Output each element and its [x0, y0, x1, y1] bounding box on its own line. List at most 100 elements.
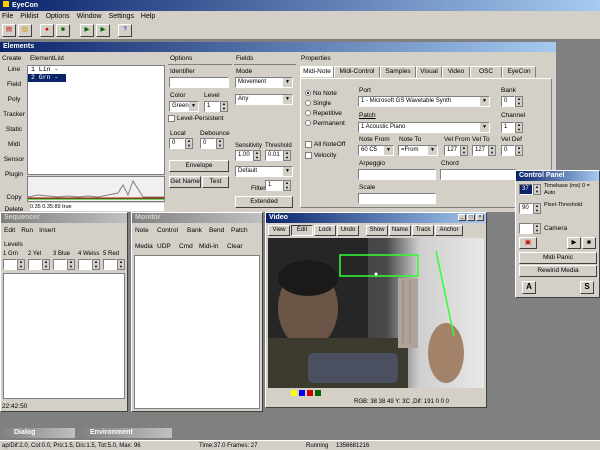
- level-spinner[interactable]: ▲ ▼: [67, 259, 75, 270]
- sensitivity-input[interactable]: 1.00: [235, 150, 253, 161]
- monitor-media-button[interactable]: Media: [135, 243, 153, 251]
- stop-icon[interactable]: ■: [582, 237, 596, 249]
- record-icon[interactable]: ●: [40, 24, 54, 37]
- camera-icon[interactable]: ▣: [519, 237, 537, 249]
- chord-input[interactable]: [440, 169, 516, 180]
- menu-file[interactable]: File: [2, 13, 13, 20]
- create-sensor-button[interactable]: Sensor: [2, 156, 26, 164]
- pixel-threshold-input[interactable]: 90: [519, 203, 533, 214]
- checkbox-icon[interactable]: [168, 115, 175, 122]
- video-anchor-button[interactable]: Anchor: [435, 225, 463, 236]
- menu-help[interactable]: Help: [141, 13, 155, 20]
- minimized-dialog[interactable]: Dialog: [0, 428, 75, 438]
- menu-piklist[interactable]: Piklist: [20, 13, 38, 20]
- monitor-note-button[interactable]: Note: [135, 227, 149, 235]
- level-input[interactable]: [3, 259, 17, 270]
- swatch-red[interactable]: [307, 390, 313, 396]
- stop-icon[interactable]: ■: [56, 24, 70, 37]
- filter-input[interactable]: 1: [265, 180, 283, 191]
- radio-no-note[interactable]: No Note: [305, 90, 337, 98]
- monitor-cmd-button[interactable]: Cmd: [179, 243, 193, 251]
- monitor-bend-button[interactable]: Bend: [209, 227, 224, 235]
- play-icon[interactable]: ▶: [80, 24, 94, 37]
- color-select[interactable]: Green: [169, 101, 199, 112]
- tab-eyecon[interactable]: EyeCon: [502, 66, 536, 78]
- level-spinner[interactable]: ▲ ▼: [17, 259, 25, 270]
- level-input[interactable]: [78, 259, 92, 270]
- level-input[interactable]: 1: [204, 101, 220, 112]
- video-name-button[interactable]: Name: [389, 225, 411, 236]
- create-static-button[interactable]: Static: [2, 126, 26, 134]
- identifier-input[interactable]: [169, 77, 229, 88]
- tab-video[interactable]: Video: [442, 66, 470, 78]
- bank-spinner[interactable]: ▲ ▼: [515, 96, 523, 107]
- create-copy-button[interactable]: Copy: [2, 194, 26, 202]
- monitor-control-button[interactable]: Control: [157, 227, 178, 235]
- video-edit-button[interactable]: Edit: [291, 225, 313, 236]
- level-spinner[interactable]: ▲ ▼: [117, 259, 125, 270]
- menu-settings[interactable]: Settings: [109, 13, 134, 20]
- port-select[interactable]: 1 - Microsoft GS Wavetable Synth: [358, 96, 490, 107]
- list-item-selected[interactable]: 2 Grn -: [28, 74, 66, 82]
- default-select[interactable]: Default: [235, 166, 293, 177]
- level-spinner[interactable]: ▲ ▼: [92, 259, 100, 270]
- threshold-input[interactable]: 0.01: [265, 150, 283, 161]
- step-icon[interactable]: ▶: [96, 24, 110, 37]
- timebase-input[interactable]: 37: [519, 184, 533, 195]
- bank-input[interactable]: 0: [501, 96, 515, 107]
- element-list[interactable]: 1 Lin - 2 Grn -: [27, 65, 165, 175]
- extended-button[interactable]: Extended: [235, 196, 293, 208]
- seq-menu-insert[interactable]: Insert: [39, 227, 55, 234]
- tab-samples[interactable]: Samples: [380, 66, 416, 78]
- checkbox-icon[interactable]: [305, 141, 312, 148]
- checkbox-icon[interactable]: [305, 152, 312, 159]
- monitor-patch-button[interactable]: Patch: [231, 227, 248, 235]
- filter-spinner[interactable]: ▲ ▼: [283, 180, 291, 191]
- radio-dot-icon[interactable]: [305, 120, 311, 127]
- velocity-checkbox[interactable]: Velocity: [305, 152, 336, 160]
- level-persistent-checkbox[interactable]: Level-Persistent: [168, 115, 224, 123]
- swatch-blue[interactable]: [299, 390, 305, 396]
- list-item[interactable]: 1 Lin -: [28, 66, 164, 74]
- s-button[interactable]: S: [580, 281, 594, 294]
- tab-visual[interactable]: Visual: [416, 66, 442, 78]
- threshold-spinner[interactable]: ▲ ▼: [283, 150, 291, 161]
- maximize-icon[interactable]: □: [467, 214, 475, 221]
- close-icon[interactable]: ×: [476, 214, 484, 221]
- play-icon[interactable]: ▶: [567, 237, 581, 249]
- level-input[interactable]: [28, 259, 42, 270]
- sequencer-area[interactable]: [3, 273, 125, 399]
- midi-panic-button[interactable]: Midi Panic: [519, 252, 597, 264]
- level-input[interactable]: [103, 259, 117, 270]
- create-midi-button[interactable]: Midi: [2, 141, 26, 149]
- camera-spinner[interactable]: ▲ ▼: [533, 223, 541, 234]
- level-spinner[interactable]: ▲ ▼: [220, 101, 228, 112]
- create-poly-button[interactable]: Poly: [2, 96, 26, 104]
- sensitivity-spinner[interactable]: ▲ ▼: [253, 150, 261, 161]
- note-from-select[interactable]: 60 C5: [358, 145, 394, 156]
- seq-menu-run[interactable]: Run: [21, 227, 33, 234]
- minimized-environment[interactable]: Environment: [78, 428, 172, 438]
- envelope-button[interactable]: Envelope: [169, 160, 229, 172]
- patch-select[interactable]: 1 Acoustic Piano: [358, 122, 490, 133]
- create-line-button[interactable]: Line: [2, 66, 26, 74]
- video-track-button[interactable]: Track: [412, 225, 434, 236]
- create-tracker-button[interactable]: Tracker: [2, 111, 26, 119]
- radio-dot-icon[interactable]: [305, 100, 311, 107]
- video-frame[interactable]: [268, 238, 484, 388]
- channel-spinner[interactable]: ▲ ▼: [515, 122, 523, 133]
- video-lock-button[interactable]: Lock: [314, 225, 336, 236]
- vel-to-input[interactable]: 127: [472, 145, 488, 156]
- menu-options[interactable]: Options: [46, 13, 70, 20]
- tab-osc[interactable]: OSC: [470, 66, 502, 78]
- getname-button[interactable]: Get Name: [169, 176, 201, 188]
- radio-single[interactable]: Single: [305, 100, 331, 108]
- local-input[interactable]: 0: [169, 138, 185, 149]
- open-icon[interactable]: ▥: [18, 24, 32, 37]
- tab-midi-note[interactable]: Midi-Note: [300, 66, 334, 78]
- create-plugin-button[interactable]: Plugin: [2, 171, 26, 179]
- pixel-threshold-spinner[interactable]: ▲ ▼: [533, 203, 541, 214]
- radio-repetitive[interactable]: Repetitive: [305, 110, 342, 118]
- video-undo-button[interactable]: Undo: [337, 225, 359, 236]
- arpeggio-input[interactable]: [358, 169, 436, 180]
